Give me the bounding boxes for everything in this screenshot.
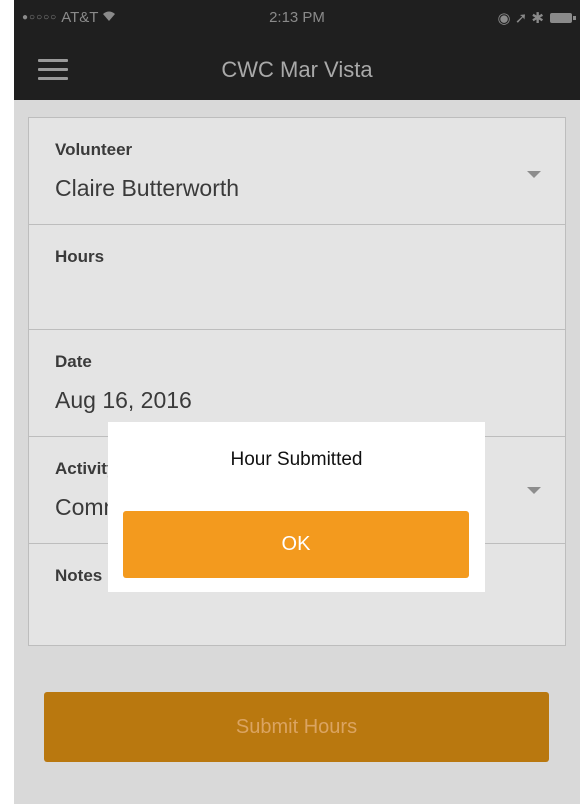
status-icons: ◉ ➚ ✱ <box>497 10 544 27</box>
hours-field[interactable]: Hours <box>29 225 565 330</box>
confirmation-dialog: Hour Submitted OK <box>108 422 485 592</box>
hours-label: Hours <box>55 247 105 266</box>
status-time: 2:13 PM <box>269 9 325 26</box>
date-field[interactable]: Date Aug 16, 2016 <box>29 330 565 437</box>
nav-bar: CWC Mar Vista <box>14 40 580 100</box>
chevron-down-icon <box>527 487 541 494</box>
app-screen: ●○○○○ AT&T 2:13 PM ◉ ➚ ✱ CWC Mar Vista V… <box>14 0 580 804</box>
volunteer-label: Volunteer <box>55 140 133 159</box>
dialog-title: Hour Submitted <box>230 449 363 470</box>
page-title: CWC Mar Vista <box>221 57 373 82</box>
notes-label: Notes <box>55 566 103 585</box>
date-value: Aug 16, 2016 <box>55 387 192 413</box>
volunteer-field[interactable]: Volunteer Claire Butterworth <box>29 118 565 225</box>
battery-icon <box>550 13 576 23</box>
status-right: ◉ ➚ ✱ <box>497 9 576 27</box>
chevron-down-icon <box>527 171 541 178</box>
ok-button[interactable]: OK <box>123 511 469 578</box>
volunteer-value: Claire Butterworth <box>55 175 240 201</box>
date-label: Date <box>55 352 92 371</box>
status-bar: ●○○○○ AT&T 2:13 PM ◉ ➚ ✱ <box>14 0 580 40</box>
submit-hours-button[interactable]: Submit Hours <box>44 692 549 762</box>
